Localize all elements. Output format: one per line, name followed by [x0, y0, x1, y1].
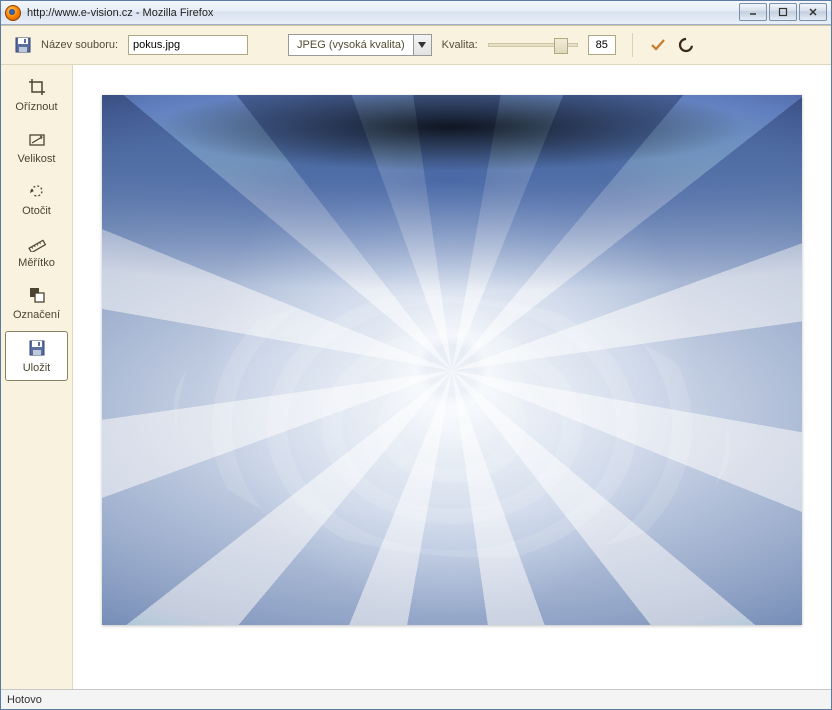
selection-icon: [27, 285, 47, 305]
filename-label: Název souboru:: [41, 39, 118, 51]
sidebar-item-rotate[interactable]: Otočit: [5, 175, 68, 223]
sidebar-item-selection[interactable]: Označení: [5, 279, 68, 327]
firefox-icon: [5, 5, 21, 21]
close-button[interactable]: [799, 3, 827, 21]
save-toolbar: Název souboru: JPEG (vysoká kvalita) Kva…: [1, 25, 831, 65]
maximize-button[interactable]: [769, 3, 797, 21]
window-titlebar: http://www.e-vision.cz - Mozilla Firefox: [1, 1, 831, 25]
sidebar-item-label: Otočit: [22, 205, 51, 217]
crop-icon: [27, 77, 47, 97]
sidebar-item-save[interactable]: Uložit: [5, 331, 68, 381]
quality-slider[interactable]: [488, 37, 578, 53]
save-icon: [27, 338, 47, 358]
window-controls: [739, 3, 827, 21]
image-preview[interactable]: [102, 95, 802, 625]
filename-input[interactable]: [128, 35, 248, 55]
rotate-icon: [27, 181, 47, 201]
sidebar-item-crop[interactable]: Oříznout: [5, 71, 68, 119]
resize-icon: [27, 129, 47, 149]
sidebar-item-label: Označení: [13, 309, 60, 321]
sidebar-item-label: Uložit: [23, 362, 51, 374]
status-text: Hotovo: [7, 694, 42, 706]
sidebar-item-label: Měřítko: [18, 257, 55, 269]
sidebar-item-label: Oříznout: [15, 101, 57, 113]
format-select[interactable]: JPEG (vysoká kvalita): [288, 34, 432, 56]
status-bar: Hotovo: [1, 689, 831, 709]
sidebar-item-label: Velikost: [18, 153, 56, 165]
minimize-button[interactable]: [739, 3, 767, 21]
window-title: http://www.e-vision.cz - Mozilla Firefox: [27, 7, 213, 19]
confirm-button[interactable]: [649, 36, 667, 54]
save-icon: [15, 37, 31, 53]
tool-sidebar: Oříznout Velikost Otočit: [1, 65, 73, 689]
sidebar-item-resize[interactable]: Velikost: [5, 123, 68, 171]
loading-icon: [677, 36, 695, 54]
toolbar-divider: [632, 33, 633, 57]
canvas-area: [73, 65, 831, 689]
ruler-icon: [27, 233, 47, 253]
quality-input[interactable]: [588, 35, 616, 55]
slider-track: [488, 43, 578, 47]
format-select-value: JPEG (vysoká kvalita): [289, 39, 413, 51]
sidebar-item-scale[interactable]: Měřítko: [5, 227, 68, 275]
chevron-down-icon: [413, 35, 431, 55]
app-body: Oříznout Velikost Otočit: [1, 65, 831, 689]
slider-thumb[interactable]: [554, 38, 568, 54]
quality-label: Kvalita:: [442, 39, 478, 51]
